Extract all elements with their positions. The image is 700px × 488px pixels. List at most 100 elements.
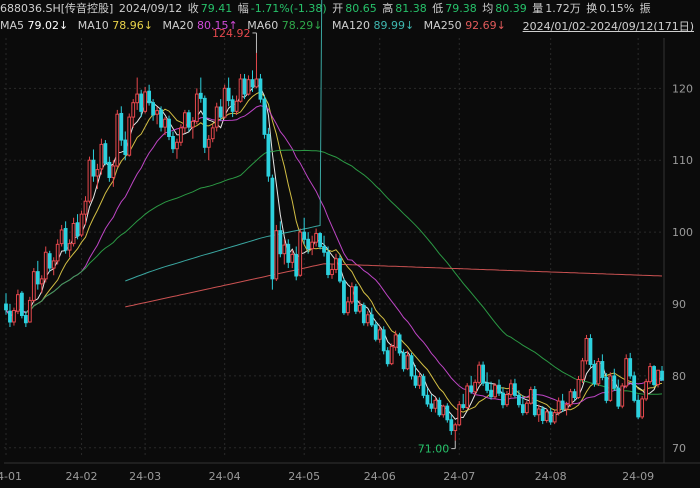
- candle-body: [202, 97, 207, 148]
- candle-body: [357, 304, 362, 312]
- candle-body: [513, 383, 517, 396]
- candle-body: [481, 364, 485, 384]
- candle-body: [210, 127, 215, 140]
- candle-body: [350, 286, 354, 303]
- candle-body: [258, 78, 263, 100]
- candle-body: [330, 269, 334, 276]
- candle-body: [644, 381, 648, 400]
- candle-body: [302, 231, 307, 240]
- candle-body: [278, 230, 283, 255]
- candle-body: [238, 78, 243, 102]
- candle-body: [381, 329, 386, 352]
- candle-body: [27, 299, 32, 323]
- candle-body: [83, 200, 88, 215]
- candle-body: [596, 361, 601, 385]
- candle-body: [115, 113, 120, 167]
- candle-body: [234, 100, 239, 112]
- candle-body: [536, 408, 541, 416]
- candle-body: [163, 118, 167, 128]
- x-tick-label: 24-02: [66, 470, 98, 483]
- candle-body: [584, 338, 589, 362]
- candle-body: [509, 383, 513, 396]
- candle-body: [51, 260, 56, 269]
- candle-body: [604, 376, 609, 401]
- candle-body: [186, 112, 191, 128]
- candle-body: [544, 411, 549, 421]
- candle-body: [652, 366, 656, 386]
- candle-body: [660, 370, 664, 381]
- candle-body: [393, 334, 398, 348]
- candle-body: [648, 366, 652, 383]
- candle-body: [167, 118, 171, 137]
- candle-body: [552, 412, 557, 423]
- candle-body: [449, 419, 454, 432]
- candle-body: [190, 120, 195, 128]
- candle-body: [524, 402, 529, 414]
- candle-body: [198, 92, 203, 99]
- annotation-label: 124.92: [212, 27, 251, 40]
- candle-body: [385, 350, 390, 365]
- candle-body: [485, 382, 489, 391]
- candle-body: [656, 369, 660, 386]
- candle-body: [469, 385, 474, 393]
- x-tick-label: 24-05: [288, 470, 320, 483]
- candle-body: [334, 258, 338, 271]
- ma-line-ma10: [5, 91, 663, 413]
- candle-body: [318, 233, 322, 248]
- candle-body: [31, 271, 36, 301]
- candle-body: [353, 286, 358, 312]
- candle-body: [226, 87, 231, 102]
- candle-body: [620, 385, 625, 407]
- candlestick-chart[interactable]: 70 80 90 100 110 120 24-01 24-02 24-03 24-04 24-05…: [0, 0, 700, 488]
- candle-body: [55, 243, 60, 262]
- candle-body: [576, 379, 581, 398]
- candle-body: [501, 392, 505, 406]
- candle-body: [131, 102, 136, 118]
- candle-body: [338, 258, 342, 282]
- candle-body: [194, 93, 199, 122]
- candle-body: [222, 87, 227, 118]
- candle-body: [242, 78, 247, 95]
- candle-body: [47, 253, 52, 269]
- candle-body: [556, 400, 561, 414]
- candle-body: [624, 358, 629, 387]
- candle-body: [127, 116, 132, 156]
- candle-body: [377, 329, 382, 340]
- candle-body: [266, 133, 271, 177]
- candle-body: [346, 301, 350, 314]
- x-tick-label: 24-09: [622, 470, 654, 483]
- candle-body: [342, 280, 346, 314]
- candle-body: [310, 241, 315, 250]
- candle-body: [528, 389, 533, 404]
- candle-body: [206, 138, 211, 148]
- candle-body: [306, 238, 311, 250]
- candle-body: [16, 294, 20, 312]
- candle-body: [246, 79, 251, 95]
- candle-body: [286, 243, 291, 263]
- x-tick-label: 24-01: [0, 470, 22, 483]
- candle-body: [608, 375, 613, 401]
- candle-body: [389, 345, 394, 365]
- candle-body: [175, 141, 179, 150]
- candle-body: [457, 404, 462, 426]
- candle-body: [628, 358, 633, 377]
- annotation-label: 71.00: [418, 443, 450, 456]
- x-tick-label: 24-06: [364, 470, 396, 483]
- candle-body: [35, 271, 40, 285]
- candle-body: [23, 315, 28, 324]
- candle-body: [373, 324, 378, 340]
- candle-body: [179, 127, 183, 143]
- candle-body: [107, 161, 112, 178]
- ma-line-ma250: [125, 263, 663, 308]
- candle-body: [103, 143, 108, 164]
- candle-body: [497, 384, 501, 394]
- candle-body: [294, 253, 299, 277]
- candle-body: [413, 375, 418, 386]
- candle-body: [151, 102, 155, 116]
- candle-body: [465, 385, 470, 409]
- candle-body: [516, 394, 521, 406]
- y-tick-label: 90: [672, 298, 686, 311]
- candle-body: [588, 338, 593, 365]
- candle-body: [79, 213, 84, 236]
- candle-body: [365, 314, 370, 324]
